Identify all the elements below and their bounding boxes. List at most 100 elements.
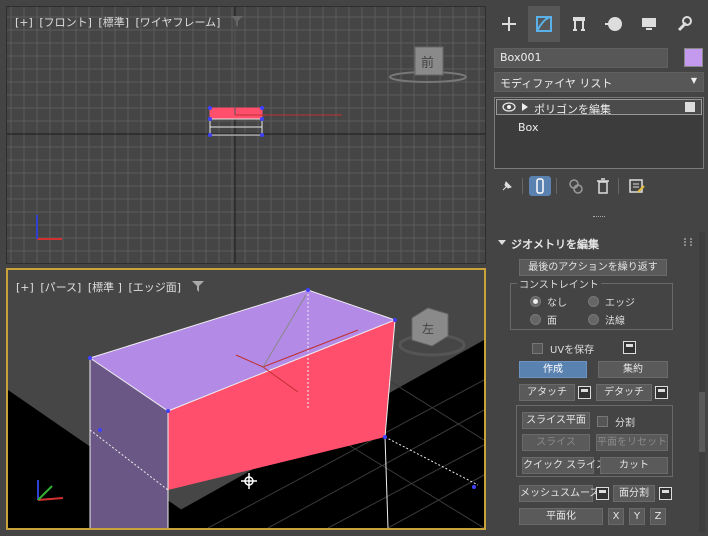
rollout-grip-icon (684, 238, 692, 246)
create-button[interactable]: 作成 (519, 361, 587, 378)
hierarchy-tab[interactable] (563, 6, 595, 42)
repeat-last-button[interactable]: 最後のアクションを繰り返す (519, 259, 667, 276)
preserve-uv-checkbox[interactable]: UVを保存 (532, 341, 594, 356)
attach-list-button[interactable] (578, 386, 591, 399)
collapse-arrow-icon (498, 240, 506, 245)
box-front-top-face (209, 107, 263, 120)
pin-icon (502, 181, 512, 191)
utilities-tab[interactable] (668, 6, 700, 42)
viewport-plus-menu[interactable]: [+] (16, 281, 34, 294)
stack-item-box[interactable]: Box (496, 118, 702, 134)
tessellate-button[interactable]: 面分割 (613, 485, 655, 502)
checkbox-box (597, 416, 608, 427)
cut-button[interactable]: カット (600, 457, 668, 474)
separator (522, 178, 523, 194)
viewport-pov-menu[interactable]: [パース] (40, 281, 81, 294)
collapse-button[interactable]: 集約 (598, 361, 668, 378)
stack-item-edit-poly[interactable]: ポリゴンを編集 (496, 99, 702, 116)
reset-plane-button[interactable]: 平面をリセット (596, 434, 668, 451)
constraint-normal-radio[interactable]: 法線 (588, 312, 625, 327)
filter-icon[interactable] (230, 16, 243, 27)
modifier-list-dropdown[interactable]: モディファイヤ リスト ▼ (494, 72, 704, 92)
stack-toolbar (494, 176, 704, 198)
persp-nav-cube-label: 左 (422, 322, 435, 336)
stack-item-label: Box (518, 121, 539, 134)
meshsmooth-button[interactable]: メッシュスムーズ (519, 485, 600, 502)
slice-button[interactable]: スライス (522, 434, 590, 451)
hierarchy-icon (573, 17, 585, 31)
attach-button[interactable]: アタッチ (519, 384, 575, 401)
motion-icon (605, 17, 622, 31)
constraint-face-radio[interactable]: 面 (530, 312, 557, 327)
object-name-field[interactable]: Box001 (494, 48, 668, 68)
constraint-none-radio[interactable]: なし (530, 294, 567, 309)
constraint-edge-radio[interactable]: エッジ (588, 294, 635, 309)
command-panel-tabs (490, 6, 708, 44)
meshsmooth-settings-button[interactable] (596, 487, 609, 500)
end-result-icon (536, 178, 544, 194)
pin-stack-button[interactable] (496, 176, 518, 196)
viewport-shading-menu[interactable]: [標準] (98, 16, 129, 29)
make-planar-button[interactable]: 平面化 (519, 508, 603, 525)
separator (618, 178, 619, 194)
radio-on (530, 296, 541, 307)
panel-scrollbar[interactable] (699, 232, 705, 532)
trash-icon (597, 178, 609, 194)
motion-tab[interactable] (598, 6, 630, 42)
modify-tab[interactable] (528, 6, 560, 42)
remove-modifier-button[interactable] (592, 176, 614, 196)
detach-settings-button[interactable] (655, 386, 668, 399)
planar-y-button[interactable]: Y (629, 508, 645, 525)
radio-label: エッジ (605, 298, 635, 309)
radio-off (588, 296, 599, 307)
rollout-title: ジオメトリを編集 (511, 238, 599, 251)
plus-icon (502, 17, 516, 31)
viewport-shading-menu[interactable]: [標準 ] (88, 281, 122, 294)
perspective-scene (8, 288, 484, 528)
panel-divider[interactable] (490, 212, 708, 224)
object-color-swatch[interactable] (684, 48, 703, 67)
perspective-viewport[interactable]: 左 [+] [パース] [標準 ] [エッジ面] (6, 268, 486, 530)
grip-handle-icon (593, 216, 605, 218)
front-viewport[interactable]: 前 [+] [フロント] [標準] [ワイヤフレーム] (6, 6, 486, 264)
radio-off (530, 314, 541, 325)
front-nav-cube-label: 前 (421, 56, 435, 71)
modifier-list-label: モディファイヤ リスト (500, 77, 613, 90)
radio-label: 面 (547, 316, 557, 327)
filter-icon[interactable] (191, 281, 204, 292)
constraints-title: コンストレイント (517, 276, 601, 291)
tessellate-settings-button[interactable] (659, 487, 672, 500)
slice-plane-button[interactable]: スライス平面 (522, 412, 590, 429)
eye-icon[interactable] (502, 102, 516, 112)
display-icon (642, 18, 656, 30)
planar-z-button[interactable]: Z (650, 508, 666, 525)
stack-item-label: ポリゴンを編集 (534, 103, 611, 116)
expand-arrow-icon[interactable] (522, 103, 528, 111)
viewport-display-menu[interactable]: [ワイヤフレーム] (136, 16, 221, 29)
stack-item-checkbox[interactable] (685, 102, 695, 112)
quickslice-button[interactable]: クイック スライス (522, 457, 606, 474)
make-unique-icon (569, 179, 583, 194)
front-viewport-labels: [+] [フロント] [標準] [ワイヤフレーム] (15, 14, 243, 30)
radio-label: 法線 (605, 316, 625, 327)
separator (556, 178, 557, 194)
detach-button[interactable]: デタッチ (596, 384, 652, 401)
checkbox-label: UVを保存 (550, 345, 595, 356)
display-tab[interactable] (633, 6, 665, 42)
scrollbar-thumb[interactable] (699, 392, 705, 452)
chevron-down-icon: ▼ (690, 76, 697, 85)
edit-geometry-rollout-header[interactable]: ジオメトリを編集 (494, 234, 692, 252)
viewport-plus-menu[interactable]: [+] (15, 16, 33, 29)
viewport-display-menu[interactable]: [エッジ面] (128, 281, 181, 294)
create-tab[interactable] (493, 6, 525, 42)
viewport-pov-menu[interactable]: [フロント] (39, 16, 92, 29)
configure-icon (629, 179, 645, 193)
modify-icon (536, 16, 552, 32)
show-end-result-button[interactable] (529, 176, 551, 196)
preserve-uv-settings-button[interactable] (623, 341, 636, 354)
split-checkbox[interactable]: 分割 (597, 414, 635, 429)
make-unique-button[interactable] (565, 176, 587, 196)
radio-label: なし (547, 298, 567, 309)
planar-x-button[interactable]: X (608, 508, 624, 525)
configure-modifier-sets-button[interactable] (626, 176, 648, 196)
